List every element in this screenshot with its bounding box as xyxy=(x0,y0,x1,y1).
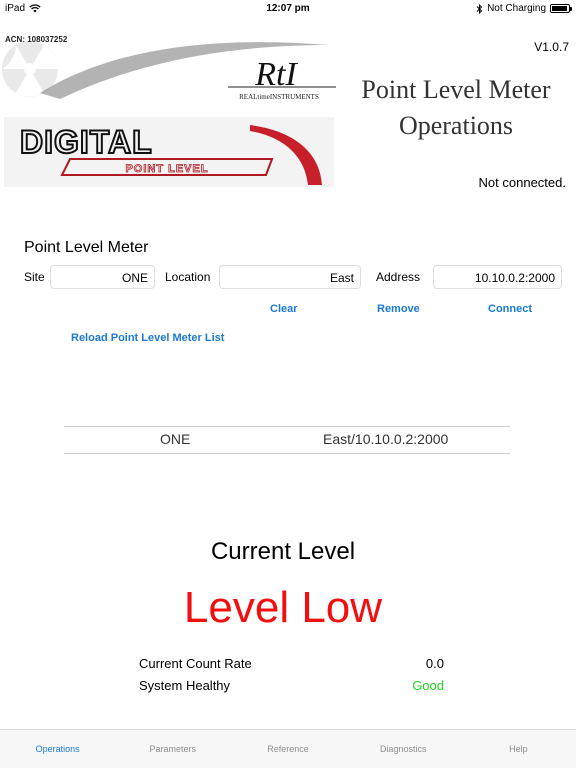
system-healthy-label: System Healthy xyxy=(139,678,231,693)
current-level-label: Current Level xyxy=(210,538,356,565)
address-label: Address xyxy=(376,270,421,284)
acn-number: ACN: 108037252 xyxy=(5,35,68,44)
tab-operations[interactable]: Operations xyxy=(0,730,115,768)
status-bar: iPad 12:07 pm Not Charging xyxy=(0,0,576,18)
clear-button[interactable]: Clear xyxy=(270,303,298,315)
count-rate-label: Current Count Rate xyxy=(139,656,252,671)
list-location-address: East/10.10.0.2:2000 xyxy=(323,431,449,447)
app-version: V1.0.7 xyxy=(534,40,569,54)
page-title: Point Level Meter Operations xyxy=(361,75,551,140)
site-field[interactable]: ONE xyxy=(50,265,155,289)
level-value: Level Low xyxy=(183,583,383,632)
site-label: Site xyxy=(24,270,45,284)
count-rate-value: 0.0 xyxy=(425,656,444,671)
list-site: ONE xyxy=(160,431,191,447)
section-title: Point Level Meter xyxy=(24,239,149,256)
location-field[interactable]: East xyxy=(219,265,361,289)
connection-status: Not connected. xyxy=(478,175,566,190)
brand-subtitle: REALtimeINSTRUMENTS xyxy=(239,93,319,101)
tab-help[interactable]: Help xyxy=(461,730,576,768)
location-label: Location xyxy=(165,270,211,284)
charging-status: Not Charging xyxy=(487,3,546,14)
meter-list-row[interactable]: ONE East/10.10.0.2:2000 xyxy=(64,426,510,454)
bluetooth-icon xyxy=(476,3,483,14)
tab-parameters[interactable]: Parameters xyxy=(115,730,230,768)
connect-button[interactable]: Connect xyxy=(488,303,532,315)
system-healthy-value: Good xyxy=(412,678,444,693)
tab-reference[interactable]: Reference xyxy=(230,730,345,768)
tab-diagnostics[interactable]: Diagnostics xyxy=(346,730,461,768)
address-field[interactable]: 10.10.0.2:2000 xyxy=(433,265,562,289)
battery-icon xyxy=(550,4,572,13)
header-logo-banner: RtI REALtimeINSTRUMENTS DIGITAL POINT LE… xyxy=(2,41,336,187)
product-logo: DIGITAL xyxy=(20,124,153,160)
remove-button[interactable]: Remove xyxy=(377,303,420,315)
product-logo-subtext: POINT LEVEL xyxy=(125,163,208,175)
reload-list-button[interactable]: Reload Point Level Meter List xyxy=(71,332,224,344)
tab-bar: Operations Parameters Reference Diagnost… xyxy=(0,729,576,768)
